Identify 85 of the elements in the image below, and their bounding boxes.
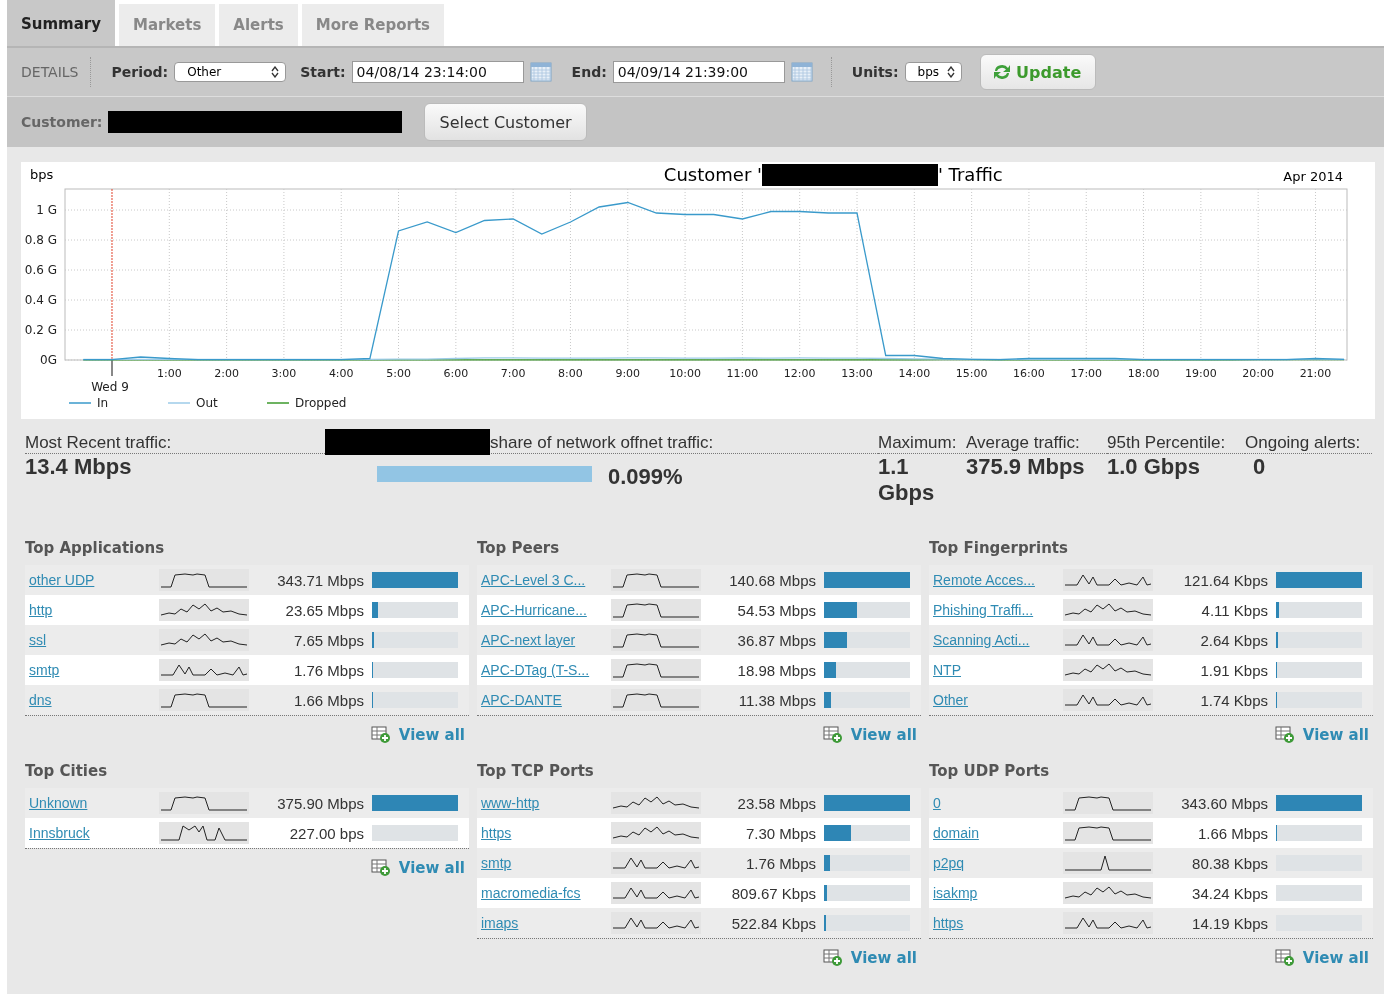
tick-label: 6:00 <box>443 367 469 380</box>
tick-label: 16:00 <box>1013 367 1045 380</box>
legend-label: In <box>97 396 109 410</box>
traffic-value: 1.91 Kbps <box>1199 661 1268 679</box>
stat-value: 1.0 Gbps <box>1107 454 1201 480</box>
stat-label: 95th Percentile: <box>1107 429 1245 454</box>
traffic-value: 343.71 Mbps <box>276 571 364 589</box>
traffic-value: 121.64 Kbps <box>1182 571 1268 589</box>
traffic-value: 227.00 bps <box>288 824 364 842</box>
period-label: Apr 2014 <box>1283 169 1343 184</box>
chart-title: Customer ' <box>663 164 762 185</box>
tick-label: 0.2 G <box>24 323 57 337</box>
section-title: Top UDP Ports <box>929 761 1051 782</box>
stat-value: 13.4 Mbps <box>25 454 133 480</box>
reference-label: Wed 9 <box>91 380 129 394</box>
traffic-value: 522.84 Kbps <box>730 914 816 932</box>
tick-label: 11:00 <box>726 367 759 380</box>
stat-label: share of network offnet traffic: <box>490 433 714 453</box>
tick-label: 9:00 <box>615 367 641 380</box>
stat-label: Ongoing alerts: <box>1245 429 1372 454</box>
tick-label: 15:00 <box>955 367 988 380</box>
tick-label: 8:00 <box>558 367 583 380</box>
tick-label: 1 G <box>36 203 57 217</box>
tick-label: 3:00 <box>271 367 297 380</box>
traffic-value: 4.11 Kbps <box>1200 601 1268 619</box>
traffic-value: 140.68 Mbps <box>728 571 816 589</box>
traffic-value: 1.66 Mbps <box>292 691 364 709</box>
section-label: DETAILS <box>21 64 79 80</box>
tick-label: 7:00 <box>500 367 526 380</box>
traffic-value: 7.30 Mbps <box>744 824 816 842</box>
tick-label: 1:00 <box>156 367 182 380</box>
traffic-value: 34.24 Kbps <box>1191 884 1268 902</box>
traffic-value: 1.76 Mbps <box>292 661 364 679</box>
axis-label: bps <box>30 167 54 182</box>
tick-label: 5:00 <box>386 367 411 380</box>
stat-label: Average traffic: <box>966 429 1107 454</box>
section-title: Top Cities <box>25 761 109 782</box>
tick-label: 0.8 G <box>24 233 57 247</box>
tick-label: 17:00 <box>1070 367 1103 380</box>
stat-value: 375.9 Mbps <box>966 454 1086 480</box>
tick-label: 10:00 <box>669 367 701 380</box>
traffic-value: 23.58 Mbps <box>736 794 816 812</box>
section-title: Top Fingerprints <box>929 538 1069 559</box>
tick-label: 21:00 <box>1299 367 1332 380</box>
traffic-value: 11.38 Mbps <box>737 691 816 709</box>
traffic-value: 375.90 Mbps <box>276 794 364 812</box>
stat-label: Maximum: <box>878 429 966 454</box>
traffic-value: 18.98 Mbps <box>736 661 816 679</box>
field-label: Customer: <box>21 114 103 130</box>
tick-label: 4:00 <box>328 367 354 380</box>
stat-value: 1.1 Gbps <box>878 454 936 506</box>
chart-title: ' Traffic <box>937 164 1003 185</box>
traffic-value: 36.87 Mbps <box>736 631 816 649</box>
field-label: Period: <box>111 64 169 80</box>
legend-label: Dropped <box>295 396 347 410</box>
legend-label: Out <box>196 396 218 410</box>
traffic-value: 80.38 Kbps <box>1191 854 1268 872</box>
traffic-value: 14.19 Kbps <box>1191 914 1268 932</box>
field-label: End: <box>571 64 607 80</box>
stat-value: 0 <box>1252 454 1267 480</box>
stat-value: 0.099% <box>608 464 683 490</box>
field-label: Units: <box>851 64 899 80</box>
section-title: Top TCP Ports <box>477 761 595 782</box>
tick-label: 19:00 <box>1185 367 1217 380</box>
section-title: Top Peers <box>477 538 561 559</box>
tick-label: 18:00 <box>1127 367 1160 380</box>
tick-label: 0.4 G <box>24 293 57 307</box>
traffic-value: 809.67 Kbps <box>730 884 816 902</box>
tick-label: 0G <box>40 353 57 367</box>
traffic-value: 23.65 Mbps <box>284 601 364 619</box>
tick-label: 20:00 <box>1242 367 1274 380</box>
traffic-value: 7.65 Mbps <box>292 631 364 649</box>
traffic-value: 1.74 Kbps <box>1199 691 1268 709</box>
tick-label: 13:00 <box>841 367 873 380</box>
section-title: Top Applications <box>25 538 166 559</box>
traffic-value: 1.76 Mbps <box>744 854 816 872</box>
tick-label: 2:00 <box>214 367 239 380</box>
traffic-value: 343.60 Mbps <box>1180 794 1268 812</box>
traffic-value: 2.64 Kbps <box>1199 631 1268 649</box>
field-label: Start: <box>300 64 346 80</box>
tick-label: 12:00 <box>783 367 816 380</box>
traffic-value: 1.66 Mbps <box>1196 824 1268 842</box>
tick-label: 14:00 <box>898 367 931 380</box>
tick-label: 0.6 G <box>24 263 57 277</box>
traffic-value: 54.53 Mbps <box>736 601 816 619</box>
